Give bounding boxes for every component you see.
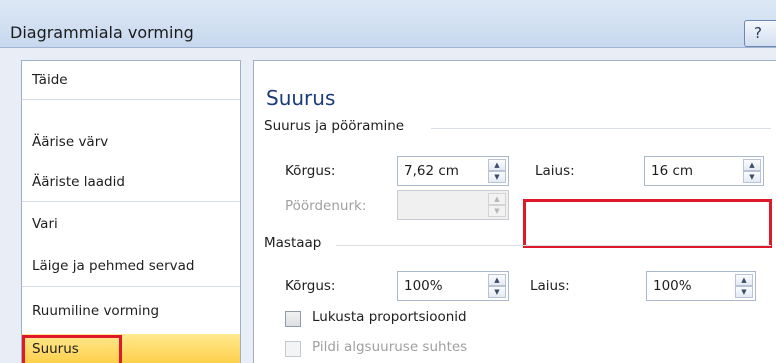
spin-up-icon: ▲ [488,193,506,205]
selection-highlight-box [22,335,122,363]
section-divider [336,245,771,246]
nav-item-aariste-laadid[interactable]: Ääriste laadid [22,163,240,201]
spin-down-icon[interactable]: ▼ [488,286,506,298]
spin-up-icon[interactable]: ▲ [488,274,506,286]
scale-width-value: 100% [653,278,692,294]
section-divider [431,128,771,129]
spin-up-icon[interactable]: ▲ [735,274,753,286]
nav-divider [22,286,240,287]
scale-height-spinner[interactable]: 100% ▲ ▼ [397,271,509,301]
width-spinner[interactable]: 16 cm ▲ ▼ [644,156,764,186]
lock-aspect-label: Lukusta proportsioonid [312,309,467,325]
rotation-label: Pöördenurk: [285,198,367,214]
nav-divider [22,201,240,202]
width-spin-buttons: ▲ ▼ [743,159,761,183]
spin-up-icon[interactable]: ▲ [743,159,761,171]
spin-down-icon: ▼ [488,205,506,217]
help-button[interactable]: ? [744,20,776,47]
scale-height-spin-buttons: ▲ ▼ [488,274,506,298]
nav-item-laige[interactable]: Läige ja pehmed servad [22,247,240,285]
dialog-title: Diagrammiala vorming [10,23,194,42]
rotation-spin-buttons: ▲ ▼ [488,193,506,217]
height-value: 7,62 cm [404,163,459,179]
nav-item-aarise-varv[interactable]: Äärise värv [22,123,240,161]
scale-height-label: Kõrgus: [285,278,336,294]
relative-original-label: Pildi algsuuruse suhtes [312,339,468,355]
nav-item-vari[interactable]: Vari [22,205,240,243]
width-highlight-box [523,199,772,248]
help-icon: ? [754,24,762,42]
spin-up-icon[interactable]: ▲ [488,159,506,171]
spin-down-icon[interactable]: ▼ [743,171,761,183]
nav-item-taide[interactable]: Täide [22,61,240,99]
height-spin-buttons: ▲ ▼ [488,159,506,183]
height-label: Kõrgus: [285,163,336,179]
scale-width-label: Laius: [530,278,570,294]
scale-width-spin-buttons: ▲ ▼ [735,274,753,298]
height-spinner[interactable]: 7,62 cm ▲ ▼ [397,156,509,186]
dialog-body: Täide Äärise värv Ääriste laadid Vari Lä… [0,48,776,363]
scale-height-value: 100% [404,278,443,294]
scale-width-spinner[interactable]: 100% ▲ ▼ [646,271,756,301]
rotation-spinner: ▲ ▼ [397,190,509,220]
title-bar: Diagrammiala vorming ? [0,0,776,48]
category-list: Täide Äärise värv Ääriste laadid Vari Lä… [21,60,241,363]
panel-title: Suurus [266,86,336,110]
width-value: 16 cm [651,163,694,179]
section-size-rotation: Suurus ja pööramine [264,118,405,134]
spin-down-icon[interactable]: ▼ [735,286,753,298]
nav-divider [22,99,240,100]
lock-aspect-checkbox[interactable] [285,311,301,327]
spin-down-icon[interactable]: ▼ [488,171,506,183]
nav-item-ruumiline-vorming[interactable]: Ruumiline vorming [22,292,240,330]
relative-original-checkbox [285,341,301,357]
section-scale: Mastaap [264,235,322,251]
width-label: Laius: [535,163,575,179]
